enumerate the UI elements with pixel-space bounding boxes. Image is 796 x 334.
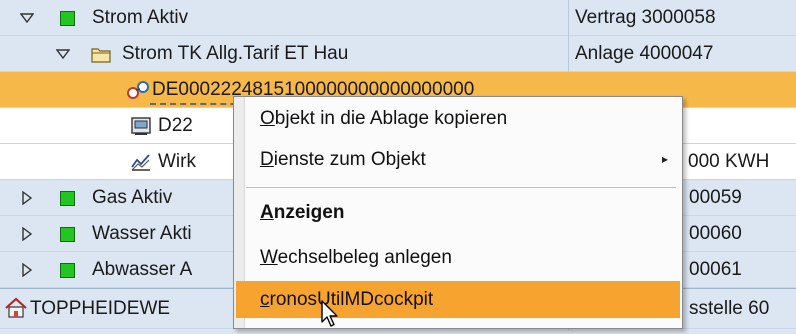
status-active-icon <box>60 11 75 26</box>
menu-item-label: Anzeigen <box>260 194 344 231</box>
tree-row-value: sstelle 60 <box>689 298 770 319</box>
menu-item-label: cronosUtilMDcockpit <box>260 281 433 318</box>
context-menu: Objekt in die Ablage kopieren Dienste zu… <box>233 96 683 329</box>
mnemonic: O <box>260 108 275 129</box>
label-rest: nzeigen <box>273 202 345 223</box>
menu-item-copy-to-clipboard[interactable]: Objekt in die Ablage kopieren <box>236 100 680 137</box>
label-rest: ienste zum Objekt <box>273 149 426 170</box>
tree-row-value: 00061 <box>689 259 742 280</box>
tree-row-value: Anlage 4000047 <box>575 43 714 64</box>
value-cell: Vertrag 3000058 <box>568 0 796 36</box>
tree-row-label: Gas Aktiv <box>92 187 173 208</box>
tree-row-label: Wirk <box>158 151 196 172</box>
tree-row-label: Strom TK Allg.Tarif ET Hau <box>122 43 349 64</box>
status-active-icon <box>60 227 75 242</box>
menu-item-label: Wechselbeleg anlegen <box>260 239 452 276</box>
label-rest: echselbeleg anlegen <box>277 247 452 268</box>
menu-item-label: Objekt in die Ablage kopieren <box>260 100 507 137</box>
tree-row-label: TOPPHEIDEWE <box>30 298 171 319</box>
house-icon <box>4 297 27 319</box>
meter-point-icon <box>126 79 149 101</box>
menu-item-label: Dienste zum Objekt <box>260 141 426 178</box>
tree-row-strom-tk[interactable]: Strom TK Allg.Tarif ET Hau Anlage 400004… <box>0 36 796 72</box>
tree-row-label: Abwasser A <box>92 259 193 280</box>
tree-row-label: Wasser Akti <box>92 223 192 244</box>
mnemonic: c <box>260 289 270 310</box>
expand-triangle-icon[interactable] <box>18 252 36 288</box>
menu-item-cockpit[interactable]: cronosUtilMDcockpit <box>236 281 680 318</box>
menu-separator <box>246 187 676 188</box>
collapse-triangle-icon[interactable] <box>54 36 72 72</box>
tree-row-value: 00060 <box>689 223 742 244</box>
expand-triangle-icon[interactable] <box>18 180 36 216</box>
status-active-icon <box>60 191 75 206</box>
tree-row-label: D22 <box>158 115 193 136</box>
expand-triangle-icon[interactable] <box>18 216 36 252</box>
tree-row-label: Strom Aktiv <box>92 7 189 28</box>
status-active-icon <box>60 263 75 278</box>
mnemonic: W <box>260 247 278 268</box>
tree-row-value: 00059 <box>689 187 742 208</box>
submenu-arrow-icon: ▸ <box>662 152 669 166</box>
mnemonic: A <box>260 202 274 223</box>
label-rest: ronosUtilMDcockpit <box>269 289 434 310</box>
tree-row-strom-aktiv[interactable]: Strom Aktiv Vertrag 3000058 <box>0 0 796 36</box>
menu-item-create-change-document[interactable]: Wechselbeleg anlegen <box>236 239 680 276</box>
menu-item-services[interactable]: Dienste zum Objekt ▸ <box>236 141 680 178</box>
mnemonic: D <box>260 149 274 170</box>
folder-icon <box>90 43 112 65</box>
tree-row-value: 000 KWH <box>688 151 770 172</box>
menu-item-display[interactable]: Anzeigen <box>236 194 680 231</box>
device-icon <box>130 115 152 137</box>
collapse-triangle-icon[interactable] <box>18 0 36 36</box>
consumption-chart-icon <box>130 151 152 173</box>
tree-row-value: Vertrag 3000058 <box>575 7 716 28</box>
value-cell: Anlage 4000047 <box>568 36 796 72</box>
label-rest: bjekt in die Ablage kopieren <box>274 108 508 129</box>
